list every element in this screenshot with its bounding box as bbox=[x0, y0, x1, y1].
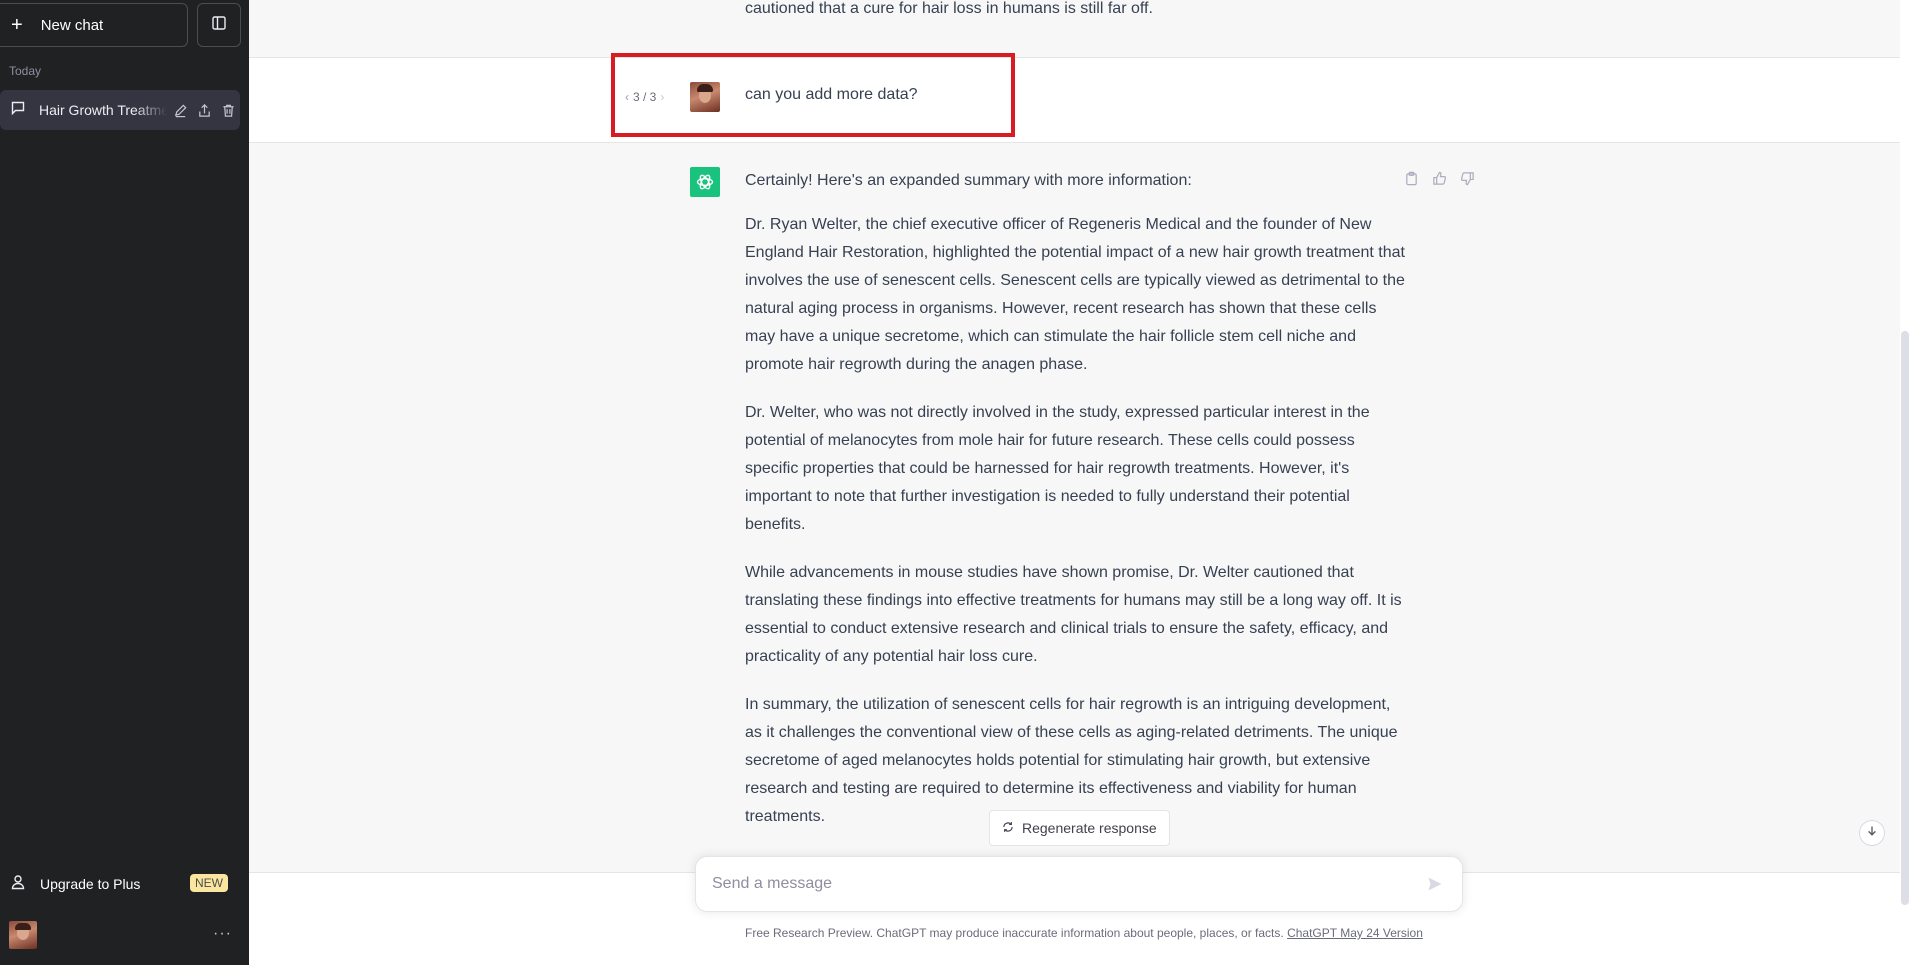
scrollbar-thumb[interactable] bbox=[1901, 331, 1909, 905]
user-avatar bbox=[690, 82, 720, 112]
send-icon[interactable] bbox=[1424, 873, 1446, 895]
new-chat-label: New chat bbox=[40, 16, 104, 34]
chat-item-title: Hair Growth Treatment bbox=[39, 102, 167, 118]
assistant-paragraph: Certainly! Here's an expanded summary wi… bbox=[745, 172, 1192, 189]
plus-icon: + bbox=[11, 14, 23, 36]
chevron-right-icon[interactable]: › bbox=[660, 90, 664, 104]
more-icon[interactable]: ··· bbox=[213, 925, 232, 943]
upgrade-label: Upgrade to Plus bbox=[40, 876, 141, 892]
share-icon[interactable] bbox=[195, 101, 213, 119]
avatar bbox=[9, 921, 37, 949]
chat-bubble-icon bbox=[10, 100, 26, 121]
footer-disclaimer: Free Research Preview. ChatGPT may produ… bbox=[745, 926, 1423, 940]
trash-icon[interactable] bbox=[219, 101, 237, 119]
sidebar-panel-icon bbox=[211, 15, 227, 36]
assistant-message: Certainly! Here's an expanded summary wi… bbox=[249, 143, 1900, 873]
footer-note-text: Free Research Preview. ChatGPT may produ… bbox=[745, 926, 1288, 940]
thumbs-up-icon[interactable] bbox=[1430, 169, 1448, 187]
message-input-box bbox=[695, 856, 1463, 912]
user-message: ‹ 3 / 3 › can you add more data? bbox=[249, 53, 1900, 143]
scroll-to-bottom-button[interactable] bbox=[1859, 820, 1885, 846]
section-label-today: Today bbox=[9, 64, 42, 78]
chat-item[interactable]: Hair Growth Treatment bbox=[0, 90, 240, 130]
previous-assistant-message: cautioned that a cure for hair loss in h… bbox=[249, 0, 1900, 58]
new-chat-button[interactable]: + New chat bbox=[0, 3, 188, 47]
version-link[interactable]: ChatGPT May 24 Version bbox=[1287, 926, 1423, 940]
message-input[interactable] bbox=[712, 875, 1424, 893]
chevron-left-icon[interactable]: ‹ bbox=[625, 90, 629, 104]
user-icon bbox=[10, 874, 26, 895]
arrow-down-icon bbox=[1866, 824, 1878, 842]
user-message-text: can you add more data? bbox=[745, 86, 918, 103]
thumbs-down-icon[interactable] bbox=[1458, 169, 1476, 187]
previous-message-text: cautioned that a cure for hair loss in h… bbox=[745, 0, 1153, 17]
refresh-icon bbox=[1002, 820, 1014, 836]
regenerate-response-button[interactable]: Regenerate response bbox=[989, 810, 1170, 846]
upgrade-to-plus-button[interactable]: Upgrade to Plus NEW bbox=[0, 868, 240, 900]
edit-icon[interactable] bbox=[171, 101, 189, 119]
assistant-paragraph: Dr. Welter, who was not directly involve… bbox=[745, 404, 1370, 533]
message-pager: ‹ 3 / 3 › bbox=[625, 90, 664, 104]
message-actions bbox=[1402, 169, 1476, 187]
toggle-sidebar-button[interactable] bbox=[197, 3, 241, 47]
chatgpt-logo-icon bbox=[690, 167, 720, 197]
chat-main: cautioned that a cure for hair loss in h… bbox=[249, 0, 1909, 965]
assistant-paragraph: Dr. Ryan Welter, the chief executive off… bbox=[745, 216, 1405, 373]
sidebar: + New chat Today Hair Growth Treatment U… bbox=[0, 0, 249, 965]
new-badge: NEW bbox=[190, 874, 228, 892]
assistant-paragraph: While advancements in mouse studies have… bbox=[745, 564, 1402, 665]
user-menu[interactable]: ··· bbox=[0, 915, 240, 955]
assistant-message-body: Certainly! Here's an expanded summary wi… bbox=[745, 171, 1405, 851]
copy-clipboard-icon[interactable] bbox=[1402, 169, 1420, 187]
pager-count: 3 / 3 bbox=[633, 90, 657, 104]
regenerate-label: Regenerate response bbox=[1022, 820, 1157, 836]
